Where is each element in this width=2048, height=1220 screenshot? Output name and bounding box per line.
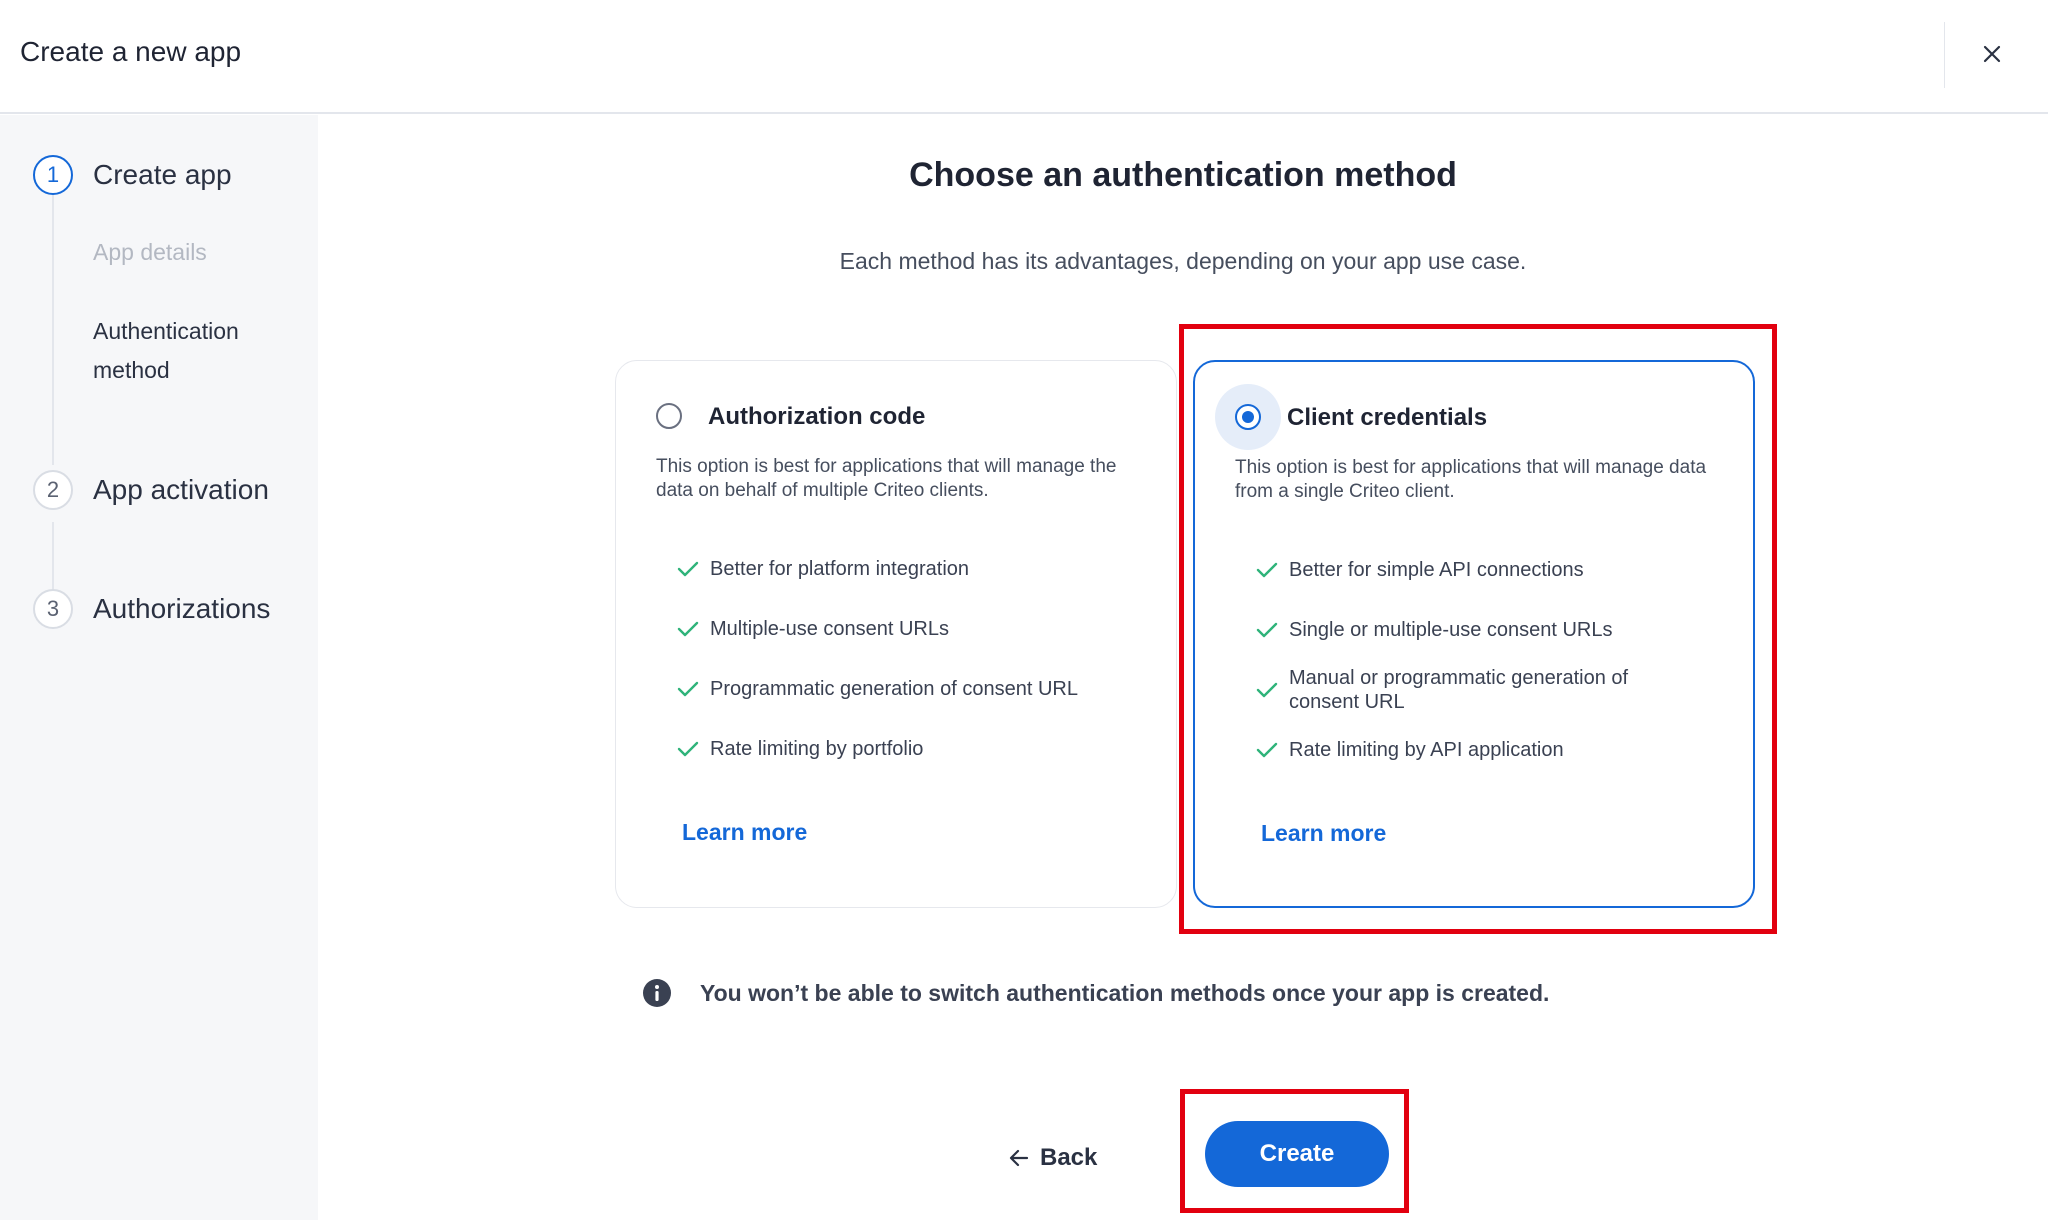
option-card-authorization-code[interactable]: Authorization code This option is best f… [615,360,1177,908]
info-note: You won’t be able to switch authenticati… [642,978,1549,1008]
substep-authentication-method: Authentication method [93,312,239,390]
step-2-indicator: 2 [33,470,73,510]
feature-label: Rate limiting by portfolio [710,738,924,760]
radio-authorization-code[interactable] [656,403,682,429]
close-button[interactable] [1972,34,2012,74]
step-1-indicator: 1 [33,155,73,195]
modal-header: Create a new app [0,0,2048,114]
check-icon [677,741,699,757]
option-title: Authorization code [708,403,926,430]
page-subtitle: Each method has its advantages, dependin… [839,248,1527,274]
step-3-title: Authorizations [93,593,271,624]
check-icon [677,561,699,577]
check-icon [677,621,699,637]
feature-item: Better for platform integration [676,557,1136,581]
feature-item: Programmatic generation of consent URL [676,677,1136,701]
step-3-indicator: 3 [33,589,73,629]
close-icon [1983,45,2001,63]
feature-label: Multiple-use consent URLs [710,618,949,640]
feature-label: Better for platform integration [710,558,970,580]
feature-item: Rate limiting by portfolio [676,737,1136,761]
info-icon [643,979,671,1007]
modal-title: Create a new app [20,36,242,67]
info-text: You won’t be able to switch authenticati… [700,979,1550,1006]
create-button[interactable]: Create [1205,1121,1389,1187]
stepper-sidebar: 1 Create app App details Authentication … [0,115,318,1220]
step-2-title: App activation [93,474,269,505]
learn-more-link[interactable]: Learn more [682,819,807,846]
substep-app-details[interactable]: App details [93,233,207,272]
feature-label: Programmatic generation of consent URL [710,678,1078,700]
step-1-title: Create app [93,159,232,190]
option-description: This option is best for applications tha… [656,456,1117,501]
header-divider [1944,22,1945,88]
page-title: Choose an authentication method [909,156,1457,194]
highlight-box-selected-option [1179,324,1777,934]
substep-label-line2: method [93,357,170,383]
back-button[interactable]: Back [1008,1140,1097,1176]
arrow-left-icon [1009,1149,1029,1167]
feature-item: Multiple-use consent URLs [676,617,1136,641]
step-connector [52,522,54,594]
back-label: Back [1040,1144,1098,1171]
substep-label-line1: Authentication [93,318,239,344]
check-icon [677,681,699,697]
step-connector [52,195,54,465]
